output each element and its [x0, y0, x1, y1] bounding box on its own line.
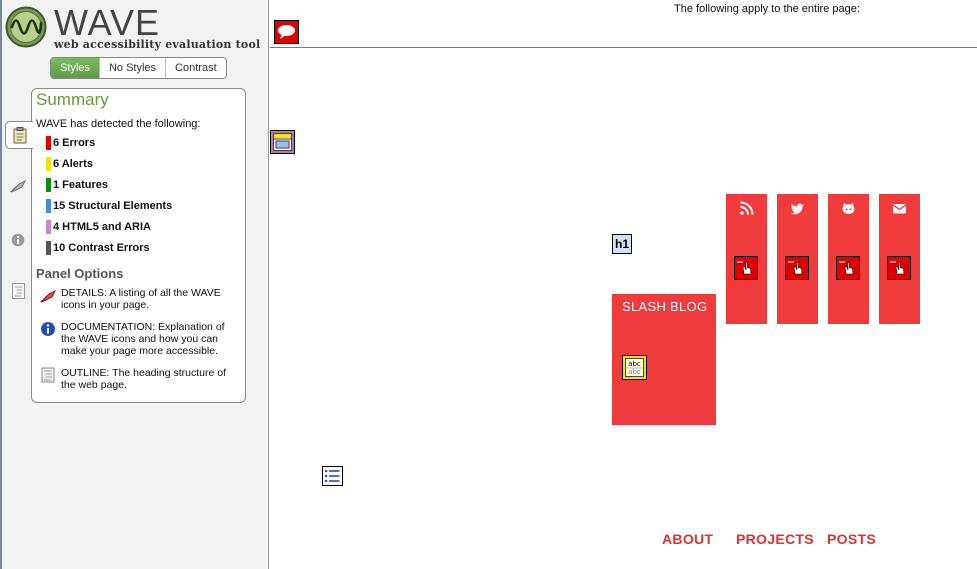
contrast-toggle-button[interactable]: Contrast — [165, 58, 226, 78]
flag-icon — [10, 179, 26, 193]
features-color-bar — [46, 178, 51, 192]
tab-summary[interactable] — [5, 121, 33, 149]
nav-posts-link[interactable]: POSTS — [827, 531, 876, 547]
list-icon[interactable] — [322, 466, 343, 486]
summary-intro: WAVE has detected the following: — [36, 118, 201, 130]
summary-errors-label: 6 Errors — [53, 137, 96, 149]
nav-projects-link[interactable]: PROJECTS — [736, 531, 814, 547]
contrast-color-bar — [46, 241, 51, 255]
summary-contrast-label: 10 Contrast Errors — [53, 242, 150, 254]
aria-color-bar — [46, 220, 51, 234]
no-styles-toggle-button[interactable]: No Styles — [98, 58, 165, 78]
logo-subtitle: web accessibility evaluation tool — [54, 38, 261, 51]
option-details-text: DETAILS: A listing of all the WAVE icons… — [61, 287, 221, 311]
email-icon — [892, 204, 907, 214]
summary-contrast[interactable]: 10 Contrast Errors — [46, 241, 150, 255]
tab-details[interactable] — [5, 173, 31, 199]
summary-alerts-label: 6 Alerts — [53, 158, 93, 170]
speech-bubble-error-icon[interactable] — [274, 20, 299, 44]
option-documentation-text: DOCUMENTATION: Explanation of the WAVE i… — [61, 321, 225, 357]
info-icon — [41, 322, 55, 336]
wave-sidebar: WAVE web accessibility evaluation tool S… — [0, 0, 269, 569]
rss-icon — [740, 201, 754, 215]
social-twitter[interactable] — [777, 194, 818, 324]
styles-toggle-button[interactable]: Styles — [51, 58, 99, 78]
github-icon — [842, 202, 855, 214]
blog-title-box[interactable]: SLASH BLOG abc abc — [612, 294, 716, 425]
panel-options-title: Panel Options — [36, 266, 124, 281]
social-email[interactable] — [879, 194, 920, 324]
empty-link-error-icon[interactable] — [734, 256, 758, 280]
twitter-icon — [790, 203, 804, 215]
svg-text:abc: abc — [628, 360, 641, 368]
structural-color-bar — [46, 199, 51, 213]
clipboard-icon — [13, 126, 26, 143]
option-outline-text: OUTLINE: The heading structure of the we… — [61, 367, 226, 391]
empty-link-error-icon[interactable] — [836, 256, 860, 280]
empty-link-error-icon[interactable] — [785, 256, 809, 280]
flag-icon — [40, 289, 56, 303]
contrast-error-icon[interactable]: abc abc — [622, 355, 647, 380]
tab-documentation[interactable] — [5, 227, 31, 253]
alerts-color-bar — [46, 157, 51, 171]
wave-logo[interactable]: WAVE web accessibility evaluation tool — [5, 2, 260, 51]
summary-aria-label: 4 HTML5 and ARIA — [53, 221, 151, 233]
empty-link-error-icon[interactable] — [887, 256, 911, 280]
summary-title: Summary — [36, 90, 109, 109]
page-notice-text: The following apply to the entire page: — [674, 3, 860, 15]
heading-h1-icon[interactable]: h1 — [612, 234, 632, 254]
region-icon[interactable] — [270, 130, 295, 154]
outline-icon — [11, 283, 25, 299]
summary-errors[interactable]: 6 Errors — [46, 136, 95, 150]
wave-logo-icon — [5, 6, 47, 48]
view-toggle: Styles No Styles Contrast — [50, 57, 227, 79]
svg-text:abc: abc — [628, 368, 641, 376]
blog-title: SLASH BLOG — [622, 299, 708, 314]
nav-about-link[interactable]: ABOUT — [662, 531, 713, 547]
page-wide-notice: The following apply to the entire page: — [270, 0, 977, 48]
summary-features[interactable]: 1 Features — [46, 178, 108, 192]
social-rss[interactable] — [726, 194, 767, 324]
summary-features-label: 1 Features — [53, 179, 109, 191]
summary-aria[interactable]: 4 HTML5 and ARIA — [46, 220, 151, 234]
summary-alerts[interactable]: 6 Alerts — [46, 157, 93, 171]
tab-outline[interactable] — [5, 278, 31, 304]
info-icon — [11, 233, 25, 247]
errors-color-bar — [46, 136, 51, 150]
outline-icon — [41, 367, 55, 383]
social-github[interactable] — [828, 194, 869, 324]
evaluated-page: The following apply to the entire page: … — [270, 0, 977, 569]
summary-structural[interactable]: 15 Structural Elements — [46, 199, 172, 213]
summary-structural-label: 15 Structural Elements — [53, 200, 173, 212]
summary-panel: Summary WAVE has detected the following:… — [31, 88, 246, 403]
